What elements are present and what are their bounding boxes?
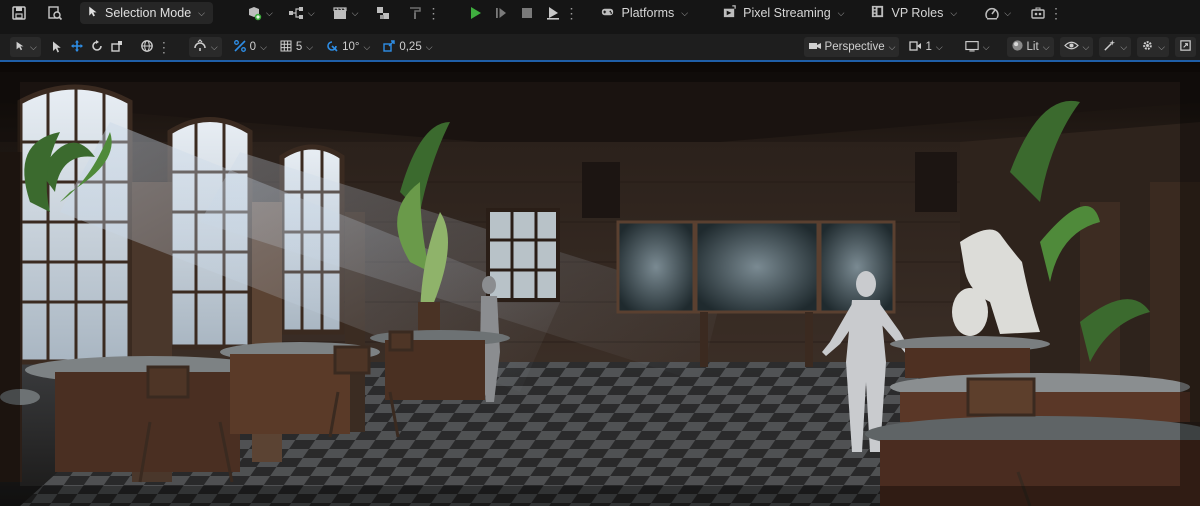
select-tool-button[interactable] bbox=[47, 40, 67, 54]
select-arrow-icon bbox=[86, 5, 99, 21]
content-browser-icon[interactable] bbox=[44, 2, 66, 24]
chevron-down-icon[interactable]: ⌵ bbox=[308, 8, 315, 19]
angle-snap-value: 10° bbox=[342, 41, 360, 53]
scale-snap-toggle[interactable]: 0,25 ⌵ bbox=[379, 39, 435, 56]
show-flags-dropdown[interactable]: ⌵ bbox=[1059, 37, 1094, 57]
lit-mode-dropdown[interactable]: Lit ⌵ bbox=[1006, 37, 1054, 57]
trace-icon[interactable] bbox=[981, 2, 1003, 24]
chevron-down-icon[interactable]: ⌵ bbox=[266, 8, 273, 19]
grid-icon bbox=[279, 39, 293, 56]
chevron-down-icon: ⌵ bbox=[888, 41, 896, 52]
surface-snapping-button[interactable]: ⌵ bbox=[188, 37, 222, 57]
chevron-down-icon[interactable]: ⌵ bbox=[352, 8, 359, 19]
chevron-down-icon: ⌵ bbox=[982, 41, 990, 52]
magic-wand-icon bbox=[1103, 39, 1116, 55]
chevron-down-icon: ⌵ bbox=[210, 41, 218, 52]
maximize-viewport-button[interactable] bbox=[1175, 37, 1196, 57]
pixel-streaming-button[interactable]: Pixel Streaming ⌵ bbox=[718, 4, 848, 22]
paint-brush-icon[interactable] bbox=[404, 2, 426, 24]
level-viewport[interactable] bbox=[0, 62, 1200, 506]
video-camera-icon bbox=[808, 39, 822, 56]
build-icon[interactable] bbox=[372, 2, 394, 24]
scale-icon bbox=[110, 39, 124, 56]
stop-icon[interactable] bbox=[516, 2, 538, 24]
chevron-down-icon: ⌵ bbox=[30, 41, 37, 52]
clapper-icon[interactable] bbox=[329, 2, 351, 24]
hamburger-icon bbox=[14, 40, 26, 55]
chevron-down-icon: ⌵ bbox=[935, 41, 943, 52]
selection-mode-dropdown[interactable]: Selection Mode ⌵ bbox=[80, 2, 213, 24]
scale-snap-value: 0,25 bbox=[399, 41, 422, 53]
save-icon[interactable] bbox=[8, 2, 30, 24]
rotate-tool-button[interactable] bbox=[87, 39, 107, 56]
eye-icon bbox=[1063, 39, 1079, 55]
viewport-toolbar: ⌵ ⋮ ⌵ 0 ⌵ 5 ⌵ 10° ⌵ 0,25 ⌵ Perspective ⌵… bbox=[0, 34, 1200, 60]
chevron-down-icon: ⌵ bbox=[260, 41, 267, 52]
surface-snap-icon bbox=[193, 38, 207, 56]
rotate-icon bbox=[90, 39, 104, 56]
scale-snap-icon bbox=[382, 39, 396, 56]
chevron-down-icon: ⌵ bbox=[306, 41, 314, 52]
add-actor-icon[interactable] bbox=[243, 2, 265, 24]
chevron-down-icon: ⌵ bbox=[198, 7, 205, 18]
snap-percent-icon bbox=[233, 39, 247, 56]
monitor-icon bbox=[965, 39, 979, 56]
platforms-button[interactable]: Platforms ⌵ bbox=[596, 4, 692, 22]
platforms-label: Platforms bbox=[621, 6, 675, 20]
scene-render bbox=[0, 62, 1200, 506]
play-icon[interactable] bbox=[464, 2, 486, 24]
film-roles-icon bbox=[870, 4, 885, 22]
world-local-toggle[interactable] bbox=[137, 39, 157, 56]
maximize-icon bbox=[1179, 39, 1192, 55]
play-options-icon[interactable]: ⋮ bbox=[564, 6, 578, 20]
globe-icon bbox=[140, 39, 154, 56]
camera-speed-icon bbox=[908, 39, 922, 56]
gamepad-icon bbox=[600, 4, 615, 22]
more-options-icon[interactable]: ⋮ bbox=[157, 40, 171, 54]
grid-snap-value: 5 bbox=[295, 41, 303, 53]
chevron-down-icon: ⌵ bbox=[681, 7, 689, 18]
eject-icon[interactable] bbox=[542, 2, 564, 24]
chevron-down-icon: ⌵ bbox=[1042, 41, 1050, 52]
selection-mode-label: Selection Mode bbox=[105, 6, 192, 20]
main-toolbar: Selection Mode ⌵ ⌵ ⌵ ⌵ ⋮ ⋮ Platforms ⌵ P… bbox=[0, 0, 1200, 26]
chevron-down-icon: ⌵ bbox=[1082, 41, 1090, 52]
more-options-icon[interactable]: ⋮ bbox=[426, 6, 440, 20]
chevron-down-icon: ⌵ bbox=[425, 41, 433, 52]
streaming-icon bbox=[722, 4, 737, 22]
angle-snap-icon bbox=[325, 39, 339, 56]
chevron-down-icon: ⌵ bbox=[950, 7, 958, 18]
chevron-down-icon[interactable]: ⌵ bbox=[1004, 8, 1011, 19]
lit-label: Lit bbox=[1026, 41, 1039, 53]
gear-icon bbox=[1141, 39, 1154, 55]
angle-snap-toggle[interactable]: 10° ⌵ bbox=[322, 39, 373, 56]
perspective-label: Perspective bbox=[824, 41, 885, 53]
screen-percentage-dropdown[interactable]: ⌵ bbox=[962, 39, 993, 56]
translate-tool-button[interactable] bbox=[67, 39, 87, 56]
revision-control-icon[interactable] bbox=[1027, 2, 1049, 24]
grid-snap-toggle[interactable]: 5 ⌵ bbox=[276, 39, 316, 56]
move-arrows-icon bbox=[70, 39, 84, 56]
chevron-down-icon: ⌵ bbox=[1120, 41, 1128, 52]
chevron-down-icon: ⌵ bbox=[363, 41, 371, 52]
chevron-down-icon: ⌵ bbox=[837, 7, 845, 18]
rotation-snap-toggle[interactable]: 0 ⌵ bbox=[230, 39, 270, 56]
blueprint-icon[interactable] bbox=[285, 2, 307, 24]
advance-frame-icon[interactable] bbox=[490, 2, 512, 24]
viewport-settings-dropdown[interactable]: ⌵ bbox=[1137, 37, 1169, 57]
camera-speed-value: 1 bbox=[925, 41, 932, 53]
lit-sphere-icon bbox=[1011, 39, 1024, 55]
viewport-options-menu[interactable]: ⌵ bbox=[10, 37, 41, 57]
pixel-streaming-label: Pixel Streaming bbox=[743, 6, 831, 20]
vp-roles-button[interactable]: VP Roles ⌵ bbox=[866, 4, 961, 22]
more-options-icon[interactable]: ⋮ bbox=[1049, 6, 1063, 20]
perspective-dropdown[interactable]: Perspective ⌵ bbox=[803, 37, 900, 57]
vp-roles-label: VP Roles bbox=[891, 6, 944, 20]
scale-tool-button[interactable] bbox=[107, 39, 127, 56]
camera-speed-dropdown[interactable]: 1 ⌵ bbox=[905, 39, 945, 56]
rotate-snap-value: 0 bbox=[249, 41, 257, 53]
performance-scalability-dropdown[interactable]: ⌵ bbox=[1099, 37, 1132, 57]
chevron-down-icon: ⌵ bbox=[1158, 41, 1165, 52]
